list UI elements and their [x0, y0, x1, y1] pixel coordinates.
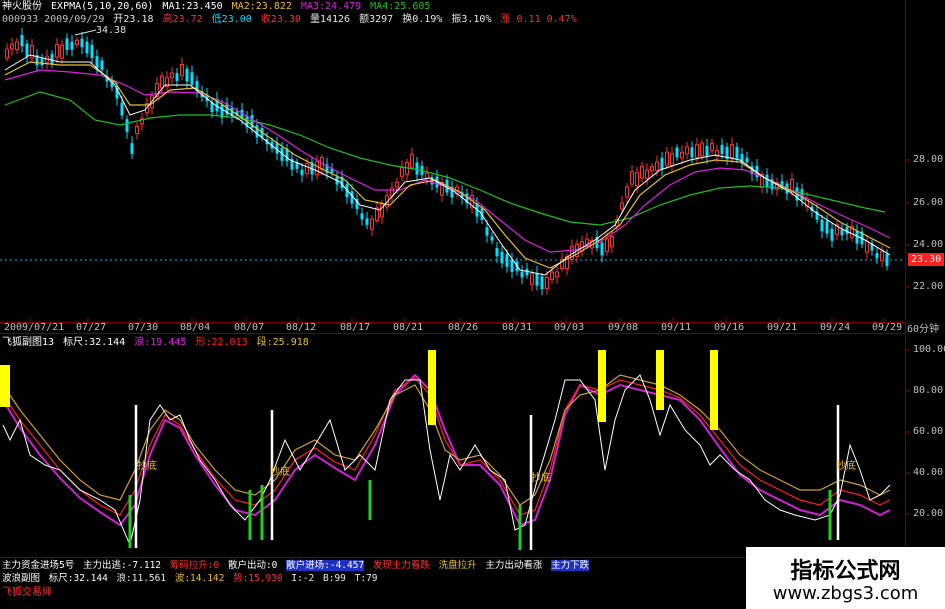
indicator-label[interactable]: 主力资金进场5号 [2, 560, 74, 571]
indicator-label: 标尺:32.144 [48, 573, 108, 584]
watermark-title: 指标公式网 [790, 559, 901, 584]
trader-tab[interactable]: 飞狐交易师 [2, 586, 52, 599]
sub-tick-20: 20.00 [913, 508, 944, 519]
indicator-label: 散户进场:-4.457 [286, 560, 365, 571]
indicator-chart[interactable] [0, 0, 945, 560]
indicator-label: 主力出逃:-7.112 [82, 560, 162, 571]
sub-tick-60: 60.00 [913, 426, 944, 437]
indicator-label: 主力下跌 [551, 560, 590, 571]
indicator-label: 发现主力看跌 [372, 560, 430, 571]
top-signal-bar [656, 350, 664, 410]
sub-tick-100: 100.00 [913, 344, 945, 355]
sub-tick-40: 40.00 [913, 467, 944, 478]
indicator-label: 洗盘拉升 [438, 560, 477, 571]
indicator-label: I:-2 [291, 573, 315, 584]
top-signal-bar [710, 350, 718, 430]
top-signal-bar [0, 365, 10, 407]
indicator-label: 势:15.930 [233, 573, 283, 584]
top-signal-bar [598, 350, 606, 422]
bottom-signal-label: 抄底 [137, 461, 157, 472]
indicator-label: B:99 [323, 573, 346, 584]
watermark-url: www.zbgs3.com [772, 583, 919, 604]
indicator-label: 散户出动:0 [227, 560, 278, 571]
bottom-signal-label: 抄底 [836, 461, 856, 472]
indicator-row-2: 波浪副图 标尺:32.144 浪:11.561 波:14.142 势:15.93… [2, 572, 381, 585]
top-signal-bar [428, 350, 436, 425]
bottom-signal-label: 抄底 [531, 473, 551, 484]
indicator-label: 筹码拉升:0 [169, 560, 220, 571]
indicator-label: T:79 [354, 573, 378, 584]
bottom-signal-label: 抄底 [270, 467, 290, 478]
sub-tick-80: 80.00 [913, 385, 944, 396]
indicator-label[interactable]: 波浪副图 [2, 573, 40, 584]
indicator-label: 主力出动看涨 [485, 560, 543, 571]
indicator-label: 浪:11.561 [116, 573, 167, 584]
watermark-logo: 指标公式网 www.zbgs3.com [746, 547, 945, 609]
indicator-row-1: 主力资金进场5号 主力出逃:-7.112 筹码拉升:0 散户出动:0 散户进场:… [2, 559, 592, 572]
indicator-label: 波:14.142 [174, 573, 225, 584]
